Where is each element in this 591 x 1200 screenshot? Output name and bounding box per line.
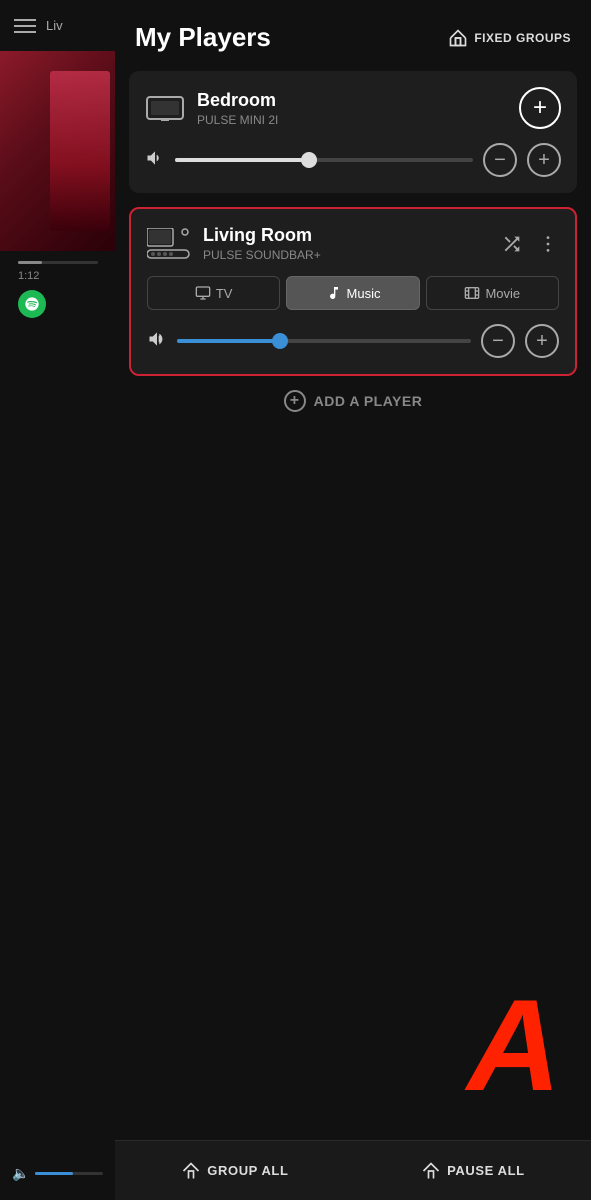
bedroom-device-icon bbox=[145, 93, 185, 123]
music-tab-label: Music bbox=[347, 286, 381, 301]
bedroom-volume-row: − + bbox=[145, 143, 561, 177]
living-room-volume-minus[interactable]: − bbox=[481, 324, 515, 358]
fixed-groups-button[interactable]: FIXED GROUPS bbox=[448, 28, 571, 48]
sidebar-volume: 🔈 bbox=[0, 1165, 115, 1182]
living-room-player-name: Living Room bbox=[203, 225, 321, 246]
bedroom-volume-icon bbox=[145, 148, 165, 173]
add-player-circle-icon: + bbox=[284, 390, 306, 412]
sidebar-label: Liv bbox=[46, 18, 63, 33]
bedroom-player-name: Bedroom bbox=[197, 90, 278, 111]
bedroom-volume-plus[interactable]: + bbox=[527, 143, 561, 177]
group-all-button[interactable]: GROUP ALL bbox=[181, 1161, 288, 1181]
add-player-button[interactable]: + ADD A PLAYER bbox=[284, 390, 423, 412]
spotify-icon bbox=[18, 290, 46, 318]
living-room-device-icon bbox=[147, 228, 191, 260]
menu-icon[interactable] bbox=[14, 19, 36, 33]
movie-tab-label: Movie bbox=[485, 286, 520, 301]
bedroom-volume-minus[interactable]: − bbox=[483, 143, 517, 177]
pause-all-label: PAUSE ALL bbox=[447, 1163, 525, 1178]
track-time: 1:12 bbox=[0, 264, 115, 282]
main-panel: My Players FIXED GROUPS bbox=[115, 0, 591, 1200]
volume-icon: 🔈 bbox=[12, 1165, 29, 1182]
tv-mode-tab[interactable]: TV bbox=[147, 276, 280, 310]
progress-bar bbox=[18, 261, 98, 264]
bedroom-player-model: PULSE MINI 2I bbox=[197, 113, 278, 127]
group-all-house-icon bbox=[181, 1161, 201, 1181]
shuffle-button[interactable] bbox=[501, 233, 523, 255]
watermark-a: A bbox=[467, 980, 561, 1110]
bedroom-add-button[interactable]: + bbox=[519, 87, 561, 129]
pause-all-house-icon bbox=[421, 1161, 441, 1181]
living-room-volume-row: − + bbox=[147, 324, 559, 358]
living-room-volume-plus[interactable]: + bbox=[525, 324, 559, 358]
living-room-volume-slider[interactable] bbox=[177, 339, 471, 343]
bedroom-player-card: Bedroom PULSE MINI 2I + − + bbox=[129, 71, 577, 193]
header: My Players FIXED GROUPS bbox=[115, 0, 591, 71]
sidebar-vol-track bbox=[35, 1172, 103, 1175]
living-room-player-model: PULSE SOUNDBAR+ bbox=[203, 248, 321, 262]
living-room-player-info: Living Room PULSE SOUNDBAR+ bbox=[147, 225, 321, 262]
living-room-volume-icon bbox=[147, 329, 167, 354]
album-art bbox=[0, 51, 115, 251]
bottom-bar: GROUP ALL PAUSE ALL bbox=[115, 1140, 591, 1200]
add-player-label: ADD A PLAYER bbox=[314, 393, 423, 409]
sidebar: Liv 1:12 🔈 bbox=[0, 0, 115, 1200]
tv-tab-label: TV bbox=[216, 286, 233, 301]
living-room-mode-tabs: TV Music Movie bbox=[147, 276, 559, 310]
living-room-actions bbox=[501, 233, 559, 255]
bedroom-volume-slider[interactable] bbox=[175, 158, 473, 162]
music-mode-tab[interactable]: Music bbox=[286, 276, 419, 310]
group-all-label: GROUP ALL bbox=[207, 1163, 288, 1178]
more-options-button[interactable] bbox=[537, 233, 559, 255]
bedroom-player-info: Bedroom PULSE MINI 2I bbox=[145, 90, 278, 127]
fixed-groups-label: FIXED GROUPS bbox=[474, 31, 571, 45]
living-room-player-card: Living Room PULSE SOUNDBAR+ bbox=[129, 207, 577, 376]
house-icon bbox=[448, 28, 468, 48]
page-title: My Players bbox=[135, 22, 271, 53]
pause-all-button[interactable]: PAUSE ALL bbox=[421, 1161, 525, 1181]
movie-mode-tab[interactable]: Movie bbox=[426, 276, 559, 310]
